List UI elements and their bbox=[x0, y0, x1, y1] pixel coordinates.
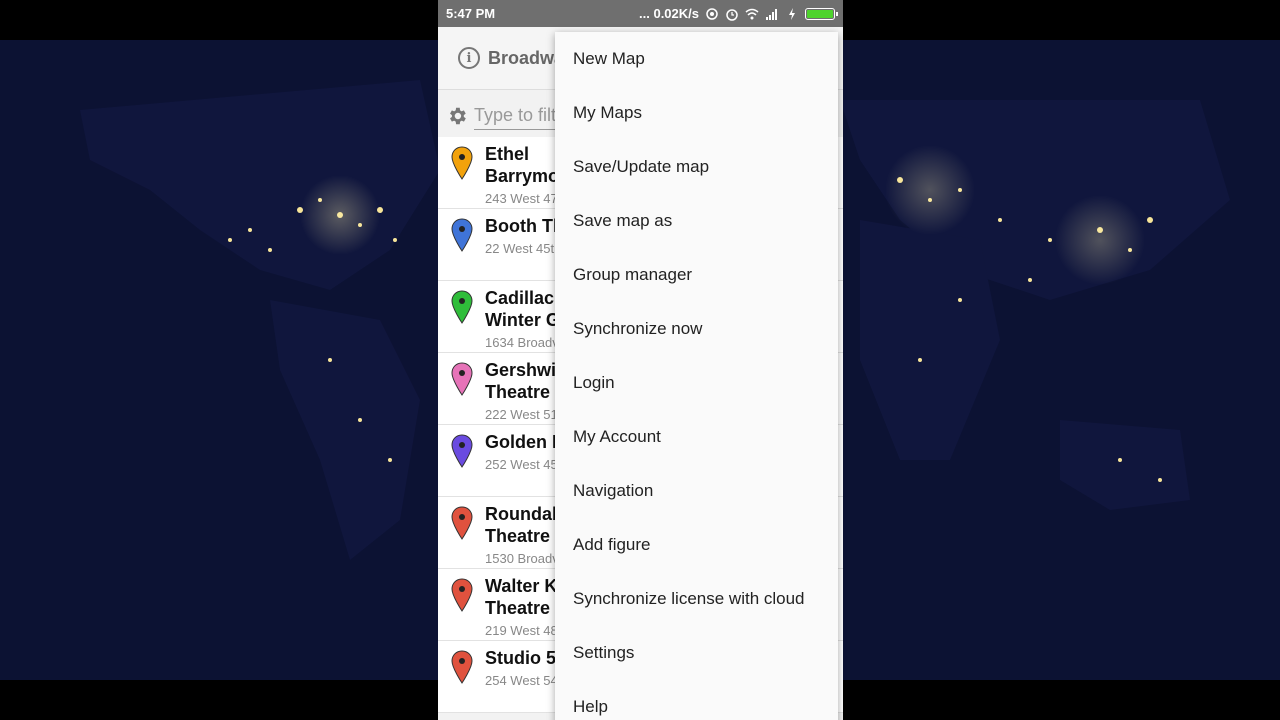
map-title[interactable]: Broadwa bbox=[488, 48, 564, 69]
menu-item-settings[interactable]: Settings bbox=[555, 626, 838, 680]
menu-item-save-map-as[interactable]: Save map as bbox=[555, 194, 838, 248]
signal-icon bbox=[766, 8, 777, 20]
menu-item-synchronize-license-with-cloud[interactable]: Synchronize license with cloud bbox=[555, 572, 838, 626]
info-icon[interactable]: i bbox=[458, 47, 480, 69]
location-address: 219 West 48 bbox=[485, 623, 558, 638]
location-address: 252 West 45 bbox=[485, 457, 558, 472]
location-address: 1634 Broadv bbox=[485, 335, 559, 350]
location-address: 243 West 47 bbox=[485, 191, 558, 206]
map-pin-icon bbox=[451, 290, 473, 324]
wifi-icon bbox=[745, 8, 759, 19]
net-speed: ... 0.02K/s bbox=[639, 6, 699, 21]
status-icons: ... 0.02K/s bbox=[639, 6, 838, 21]
location-address: 1530 Broadv bbox=[485, 551, 559, 566]
menu-item-my-maps[interactable]: My Maps bbox=[555, 86, 838, 140]
map-pin-icon bbox=[451, 506, 473, 540]
menu-item-group-manager[interactable]: Group manager bbox=[555, 248, 838, 302]
menu-item-new-map[interactable]: New Map bbox=[555, 32, 838, 86]
sync-icon bbox=[706, 7, 718, 20]
alarm-icon bbox=[726, 8, 738, 21]
location-address: 254 West 54 bbox=[485, 673, 558, 688]
location-address: 22 West 45t bbox=[485, 241, 555, 256]
menu-item-navigation[interactable]: Navigation bbox=[555, 464, 838, 518]
menu-item-add-figure[interactable]: Add figure bbox=[555, 518, 838, 572]
gear-icon[interactable] bbox=[446, 105, 468, 127]
map-pin-icon bbox=[451, 146, 473, 180]
status-bar: 5:47 PM ... 0.02K/s bbox=[438, 0, 843, 27]
menu-item-login[interactable]: Login bbox=[555, 356, 838, 410]
menu-item-save-update-map[interactable]: Save/Update map bbox=[555, 140, 838, 194]
battery-icon bbox=[805, 7, 838, 20]
status-time: 5:47 PM bbox=[446, 6, 496, 21]
map-pin-icon bbox=[451, 578, 473, 612]
map-pin-icon bbox=[451, 434, 473, 468]
overflow-menu: New Map My Maps Save/Update map Save map as… bbox=[555, 32, 838, 720]
map-pin-icon bbox=[451, 218, 473, 252]
map-pin-icon bbox=[451, 650, 473, 684]
menu-item-help[interactable]: Help bbox=[555, 680, 838, 720]
menu-item-my-account[interactable]: My Account bbox=[555, 410, 838, 464]
location-address: 222 West 51 bbox=[485, 407, 558, 422]
menu-item-synchronize-now[interactable]: Synchronize now bbox=[555, 302, 838, 356]
map-pin-icon bbox=[451, 362, 473, 396]
charging-icon bbox=[789, 7, 795, 20]
